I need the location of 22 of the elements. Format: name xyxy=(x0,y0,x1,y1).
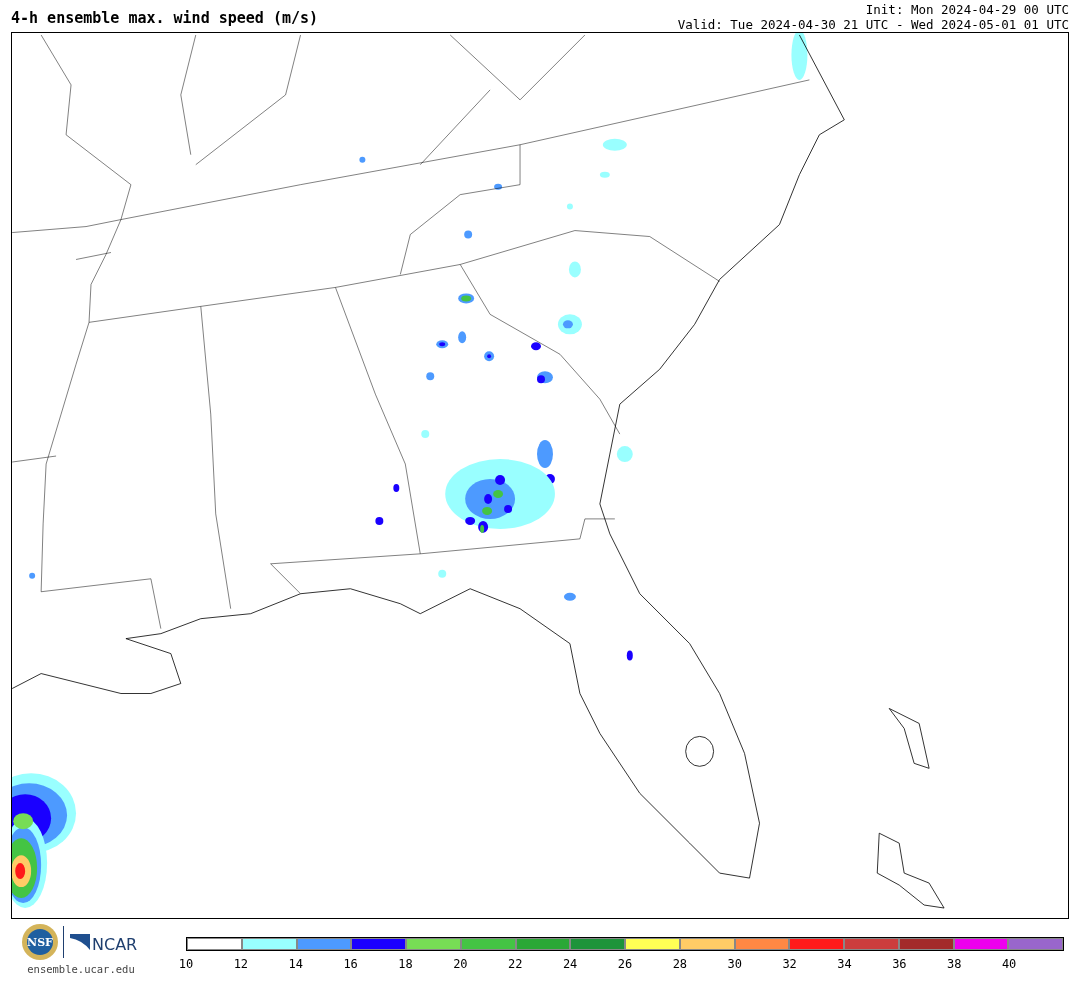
colorbar-tick-label: 32 xyxy=(782,957,797,971)
colorbar-tick-label: 38 xyxy=(947,957,962,971)
ncar-logo: NCAR xyxy=(67,930,142,954)
colorbar-tick-label: 40 xyxy=(1001,957,1017,971)
colorbar-tick-label: 12 xyxy=(233,957,249,971)
nsf-logo: NSF xyxy=(20,923,59,961)
colorbar-tick-label: 34 xyxy=(837,957,852,971)
colorbar-tick-label: 14 xyxy=(288,957,303,971)
colorbar-tick-label: 26 xyxy=(617,957,633,971)
colorbar-tick-label: 36 xyxy=(892,957,907,971)
colorbar-tick-label: 20 xyxy=(453,957,468,971)
valid-time: Valid: Tue 2024-04-30 21 UTC - Wed 2024-05-01 01 UTC xyxy=(677,17,1069,32)
colorbar-tick-label: 24 xyxy=(562,957,578,971)
colorbar-tick-label: 10 xyxy=(178,957,194,971)
colorbar-tick-label: 16 xyxy=(343,957,358,971)
colorbar-tick-label: 30 xyxy=(727,957,742,971)
chart-title: 4-h ensemble max. wind speed (m/s) xyxy=(11,9,319,29)
init-time: Init: Mon 2024-04-29 00 UTC xyxy=(865,2,1069,17)
colorbar-tick-label: 28 xyxy=(672,957,688,971)
site-url: ensemble.ucar.edu xyxy=(27,963,135,975)
colorbar-tick-label: 18 xyxy=(398,957,413,971)
colorbar-tick-label: 22 xyxy=(508,957,523,971)
